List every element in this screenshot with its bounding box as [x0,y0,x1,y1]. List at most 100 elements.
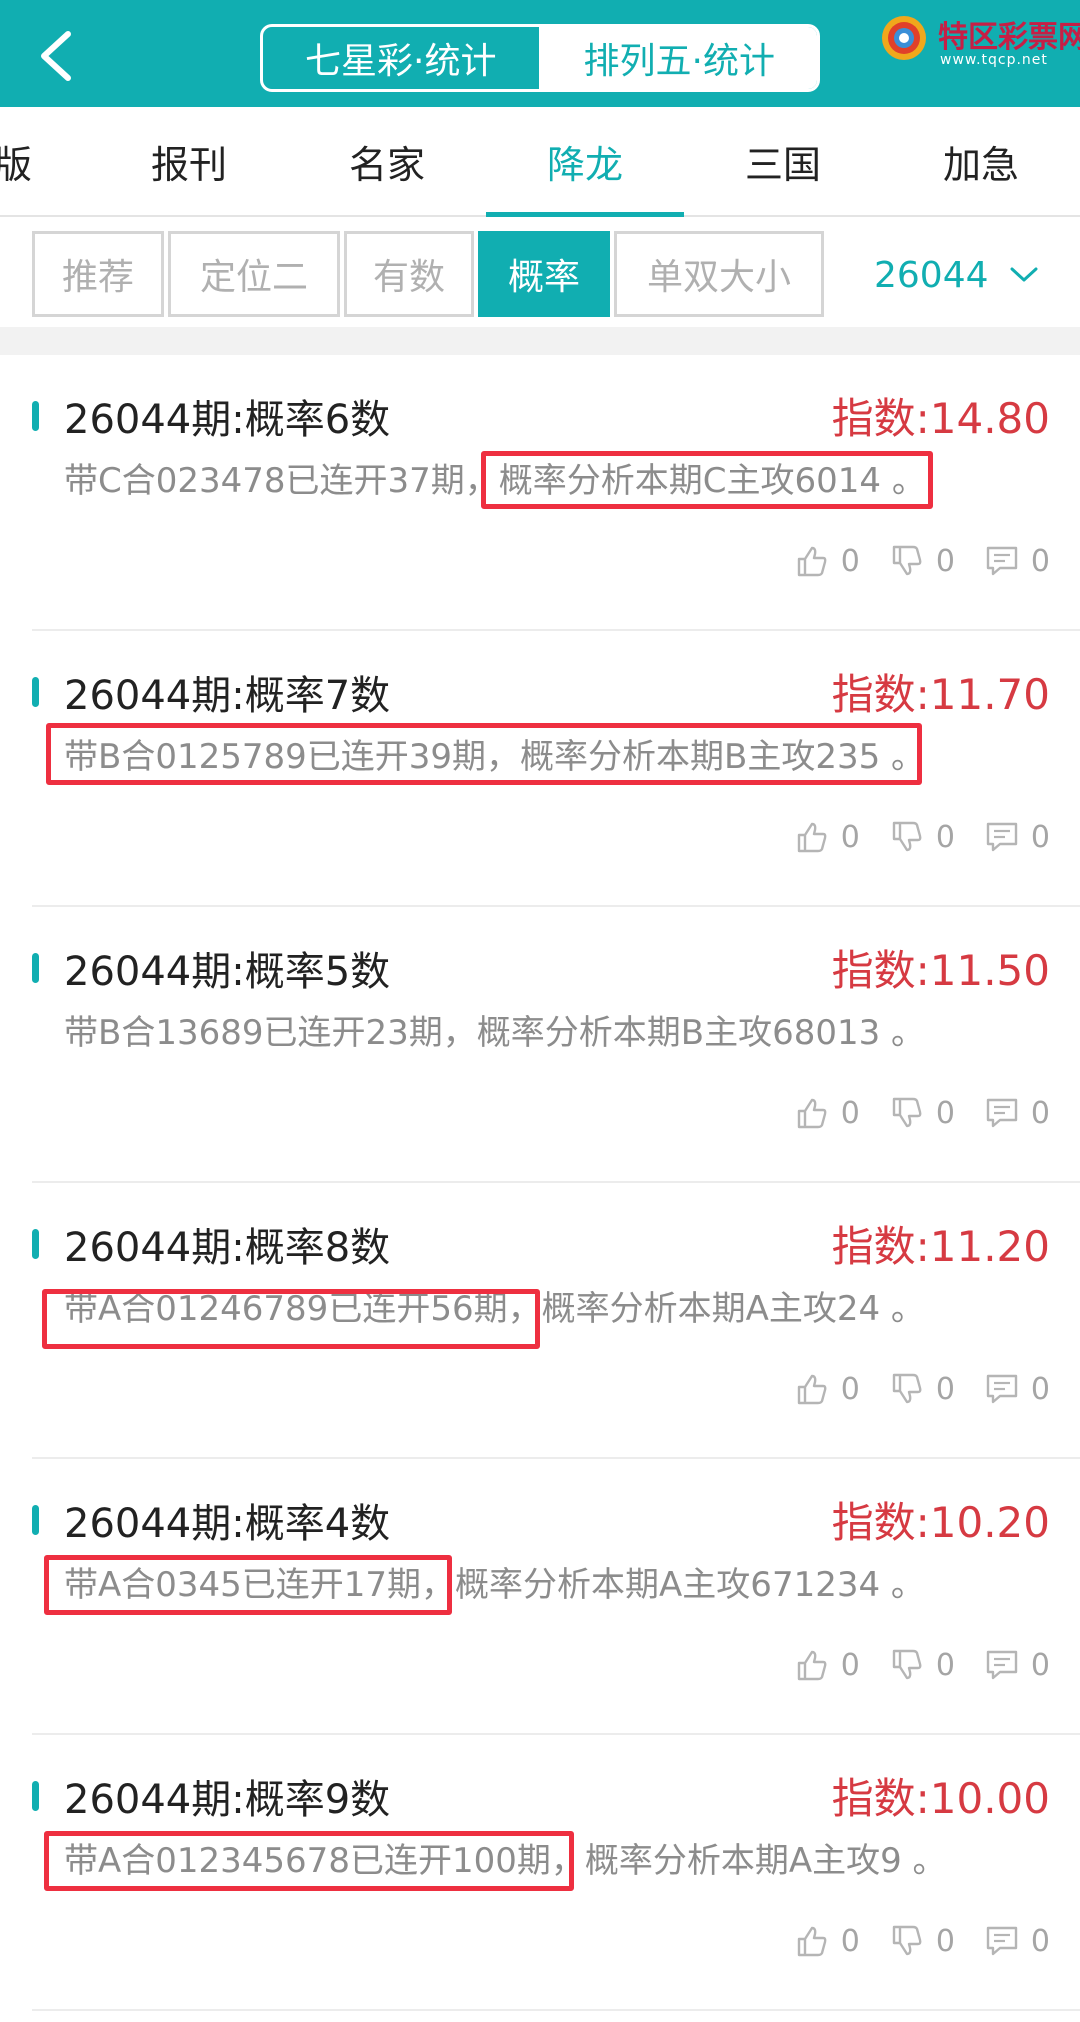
category-tab-bar: 版 报刊 名家 降龙 三国 加急 [0,107,1080,217]
card-title: 26044期:概率5数 [64,949,391,995]
filter-gailv[interactable]: 概率 [478,231,610,317]
filter-youshu[interactable]: 有数 [344,231,474,317]
tab-baokan[interactable]: 报刊 [90,107,288,215]
dislike-count: 0 [935,1647,955,1683]
filter-danshuang-daxiao[interactable]: 单双大小 [614,231,824,317]
like-button[interactable]: 0 [795,1096,860,1131]
comment-count: 0 [1030,1371,1050,1407]
comment-icon [986,822,1018,852]
card-title: 26044期:概率6数 [64,397,391,443]
logo-url: www.tqcp.net [940,52,1048,68]
card-index-score: 指数:11.70 [831,670,1050,719]
thumbs-down-icon [892,1649,922,1680]
like-count: 0 [840,1923,860,1959]
card-accent-bar [32,677,39,707]
dislike-count: 0 [935,1371,955,1407]
logo-name: 特区彩票网 [938,20,1080,55]
card-description: 带A合0345已连开17期，概率分析本期A主攻671234 。 [64,1565,925,1605]
tab-jiaji[interactable]: 加急 [882,107,1080,215]
comment-count: 0 [1030,1095,1050,1131]
card-index-score: 指数:11.20 [831,1222,1050,1271]
card-index-score: 指数:14.80 [831,394,1050,443]
card-index-score: 指数:10.00 [831,1774,1050,1823]
card-accent-bar [32,1229,39,1259]
comment-icon [986,1926,1018,1956]
card-accent-bar [32,1505,39,1535]
period-dropdown[interactable]: 26044 [874,247,1039,303]
like-button[interactable]: 0 [795,820,860,855]
card-description: 带C合023478已连开37期，概率分析本期C主攻6014 。 [64,461,926,501]
dislike-button[interactable]: 0 [890,544,955,579]
prediction-card[interactable]: 26044期:概率5数 指数:11.50 带B合13689已连开23期，概率分析… [0,907,1080,1183]
prediction-card[interactable]: 26044期:概率7数 指数:11.70 带B合0125789已连开39期，概率… [0,631,1080,907]
segment-qixingcai-stats[interactable]: 七星彩·统计 [263,27,539,89]
segment-pailiewu-stats[interactable]: 排列五·统计 [538,27,817,89]
like-button[interactable]: 0 [795,1924,860,1959]
thumbs-up-icon [797,1926,827,1957]
thumbs-up-icon [797,822,827,853]
like-button[interactable]: 0 [795,544,860,579]
card-actions: 0 0 0 [765,1369,1050,1409]
section-separator [0,327,1080,355]
thumbs-up-icon [797,1374,827,1405]
card-index-score: 指数:10.20 [831,1498,1050,1547]
card-actions: 0 0 0 [765,1093,1050,1133]
card-description: 带A合012345678已连开100期，概率分析本期A主攻9 。 [64,1841,947,1881]
card-title: 26044期:概率8数 [64,1225,391,1271]
dislike-button[interactable]: 0 [890,820,955,855]
card-actions: 0 0 0 [765,1921,1050,1961]
comment-button[interactable]: 0 [985,1924,1050,1959]
thumbs-down-icon [892,1925,922,1956]
thumbs-up-icon [797,1098,827,1129]
comment-button[interactable]: 0 [985,1372,1050,1407]
comment-count: 0 [1030,1923,1050,1959]
like-button[interactable]: 0 [795,1648,860,1683]
card-title: 26044期:概率7数 [64,673,391,719]
dislike-button[interactable]: 0 [890,1924,955,1959]
dislike-button[interactable]: 0 [890,1648,955,1683]
thumbs-down-icon [892,545,922,576]
card-accent-bar [32,953,39,983]
thumbs-down-icon [892,1097,922,1128]
card-title: 26044期:概率4数 [64,1501,391,1547]
card-description: 带B合0125789已连开39期，概率分析本期B主攻235 。 [64,737,926,777]
comment-icon [986,1650,1018,1680]
like-count: 0 [840,1095,860,1131]
thumbs-up-icon [797,1650,827,1681]
tab-xianglong[interactable]: 降龙 [486,107,684,217]
comment-button[interactable]: 0 [985,820,1050,855]
dislike-button[interactable]: 0 [890,1096,955,1131]
comment-icon [986,1374,1018,1404]
dislike-count: 0 [935,819,955,855]
dislike-button[interactable]: 0 [890,1372,955,1407]
prediction-card[interactable]: 26044期:概率6数 指数:14.80 带C合023478已连开37期，概率分… [0,355,1080,631]
comment-count: 0 [1030,1647,1050,1683]
like-count: 0 [840,1647,860,1683]
comment-icon [986,1098,1018,1128]
period-value: 26044 [874,254,989,296]
comment-button[interactable]: 0 [985,544,1050,579]
comment-count: 0 [1030,819,1050,855]
prediction-card[interactable]: 26044期:概率4数 指数:10.20 带A合0345已连开17期，概率分析本… [0,1459,1080,1735]
tab-mingjia[interactable]: 名家 [288,107,486,215]
like-count: 0 [840,543,860,579]
filter-tuijian[interactable]: 推荐 [32,231,164,317]
card-actions: 0 0 0 [765,541,1050,581]
thumbs-down-icon [892,1373,922,1404]
comment-button[interactable]: 0 [985,1096,1050,1131]
tab-sanguo[interactable]: 三国 [684,107,882,215]
comment-button[interactable]: 0 [985,1648,1050,1683]
prediction-card[interactable]: 26044期:概率8数 指数:11.20 带A合01246789已连开56期，概… [0,1183,1080,1459]
dislike-count: 0 [935,1923,955,1959]
comment-count: 0 [1030,543,1050,579]
card-accent-bar [32,1781,39,1811]
like-button[interactable]: 0 [795,1372,860,1407]
dislike-count: 0 [935,543,955,579]
card-description: 带A合01246789已连开56期，概率分析本期A主攻24 。 [64,1289,925,1329]
top-app-bar: 七星彩·统计 排列五·统计 特区彩票网 www.tqcp.net [0,0,1080,107]
card-index-score: 指数:11.50 [831,946,1050,995]
prediction-card[interactable]: 26044期:概率9数 指数:10.00 带A合012345678已连开100期… [0,1735,1080,2011]
back-arrow-icon[interactable] [30,26,90,86]
filter-dingwei-er[interactable]: 定位二 [168,231,340,317]
thumbs-up-icon [797,546,827,577]
